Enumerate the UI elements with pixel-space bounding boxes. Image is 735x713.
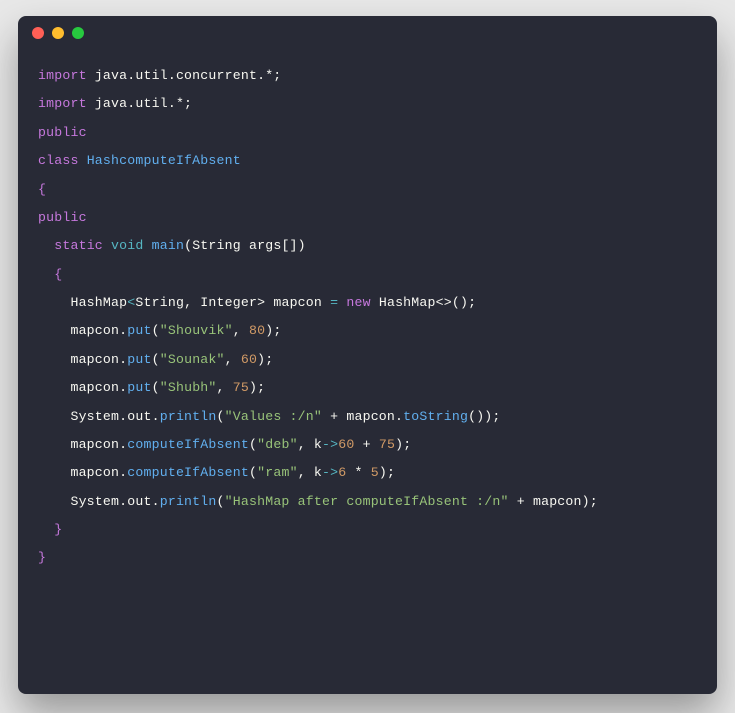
paren: ( [152, 380, 160, 395]
keyword-class: class [38, 153, 87, 168]
paren: ( [217, 409, 225, 424]
code-text: mapcon. [38, 437, 127, 452]
method-computeifabsent: computeIfAbsent [127, 437, 249, 452]
keyword-public: public [38, 210, 87, 225]
code-text: HashMap [379, 295, 436, 310]
brace: } [38, 522, 62, 537]
number-literal: 60 [338, 437, 354, 452]
code-text: , [225, 352, 241, 367]
keyword-new: new [338, 295, 379, 310]
string-literal: "Shubh" [160, 380, 217, 395]
code-text: ); [265, 323, 281, 338]
params: (String args[]) [184, 238, 306, 253]
zoom-icon[interactable] [72, 27, 84, 39]
method-put: put [127, 352, 151, 367]
code-text: java.util.*; [87, 96, 192, 111]
paren: ( [152, 352, 160, 367]
number-literal: 75 [379, 437, 395, 452]
brace: { [38, 267, 62, 282]
brace: } [38, 550, 46, 565]
code-text: ); [395, 437, 411, 452]
method-put: put [127, 380, 151, 395]
code-text: ); [379, 465, 395, 480]
keyword-import: import [38, 68, 87, 83]
code-text: HashMap [38, 295, 127, 310]
code-text: ); [249, 380, 265, 395]
code-text: + mapcon); [509, 494, 598, 509]
paren: ( [152, 323, 160, 338]
code-text: , [217, 380, 233, 395]
window-titlebar [18, 16, 717, 50]
code-text: mapcon. [38, 380, 127, 395]
number-literal: 75 [233, 380, 249, 395]
operator: * [346, 465, 370, 480]
number-literal: 80 [249, 323, 265, 338]
string-literal: "HashMap after computeIfAbsent :/n" [225, 494, 509, 509]
keyword-static: static [54, 238, 103, 253]
code-text: System.out. [38, 494, 160, 509]
code-text: ()); [468, 409, 500, 424]
brace: { [38, 182, 46, 197]
keyword-void: void [103, 238, 152, 253]
string-literal: "Values :/n" [225, 409, 322, 424]
method-println: println [160, 494, 217, 509]
method-println: println [160, 409, 217, 424]
code-text: System.out. [38, 409, 160, 424]
code-text: , k [298, 437, 322, 452]
string-literal: "Sounak" [160, 352, 225, 367]
code-text: ); [257, 352, 273, 367]
minimize-icon[interactable] [52, 27, 64, 39]
method-computeifabsent: computeIfAbsent [127, 465, 249, 480]
paren: ( [249, 437, 257, 452]
code-text: String, Integer [135, 295, 257, 310]
code-text: , [233, 323, 249, 338]
keyword-public: public [38, 125, 87, 140]
code-text: + mapcon. [322, 409, 403, 424]
paren: ( [217, 494, 225, 509]
arrow-op: -> [322, 465, 338, 480]
method-put: put [127, 323, 151, 338]
number-literal: 5 [371, 465, 379, 480]
method-tostring: toString [403, 409, 468, 424]
class-name: HashcomputeIfAbsent [87, 153, 241, 168]
code-text: <>(); [436, 295, 477, 310]
close-icon[interactable] [32, 27, 44, 39]
operator: + [355, 437, 379, 452]
code-text: mapcon. [38, 465, 127, 480]
arrow-op: -> [322, 437, 338, 452]
method-main: main [152, 238, 184, 253]
string-literal: "ram" [257, 465, 298, 480]
code-text: mapcon. [38, 323, 127, 338]
code-text: > mapcon [257, 295, 330, 310]
string-literal: "Shouvik" [160, 323, 233, 338]
paren: ( [249, 465, 257, 480]
code-text: , k [298, 465, 322, 480]
code-window: import java.util.concurrent.*; import ja… [18, 16, 717, 694]
code-text: java.util.concurrent.*; [87, 68, 282, 83]
code-text: mapcon. [38, 352, 127, 367]
keyword-import: import [38, 96, 87, 111]
string-literal: "deb" [257, 437, 298, 452]
code-block: import java.util.concurrent.*; import ja… [18, 50, 717, 593]
number-literal: 60 [241, 352, 257, 367]
